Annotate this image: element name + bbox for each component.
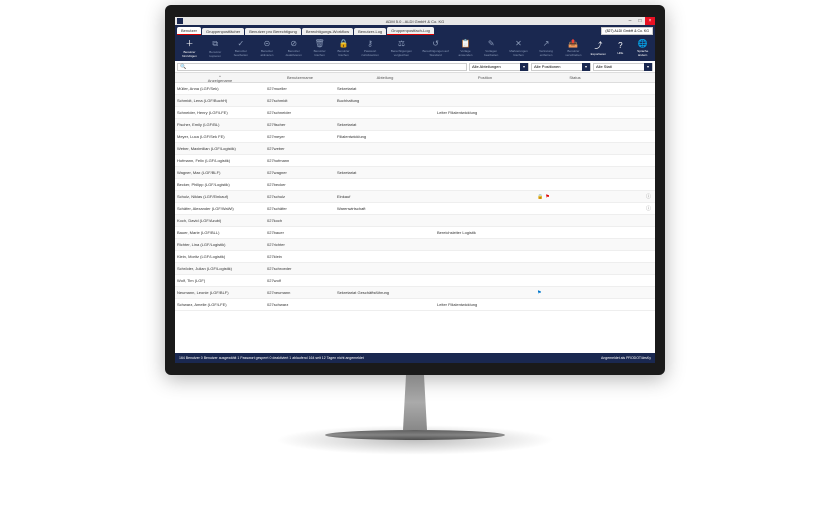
table-row[interactable]: Klein, Moritz (LGF/Logistik)027klein <box>175 251 655 263</box>
table-row[interactable]: Richter, Lina (LGF/Logistik)027richter <box>175 239 655 251</box>
tab-benutzer[interactable]: Benutzer <box>177 27 201 35</box>
tool-icon: ✕ <box>515 39 522 48</box>
col-position[interactable]: Position <box>435 75 535 80</box>
window-title: ADM 5.0 - ALDI GmbH & Co. KG <box>386 19 444 24</box>
tool-benutzerbearbeiten[interactable]: ✓Benutzer bearbeiten <box>229 38 254 58</box>
flag-icon: ⚑ <box>537 290 541 296</box>
tool-benutzerdeaktivieren[interactable]: ⊘Benutzer deaktivieren <box>281 38 307 58</box>
search-field[interactable] <box>188 64 464 69</box>
tool-sprachendern[interactable]: 🌐Sprache ändern <box>632 38 653 58</box>
tool-vertretungentfernen[interactable]: ↗Vertretung entfernen <box>534 38 559 58</box>
table-row[interactable]: Fischer, Emily (LGF/BL)027fischerSekreta… <box>175 119 655 131</box>
tool-benutzeraktivieren[interactable]: ⊝Benutzer aktivieren <box>255 38 279 58</box>
titlebar: ADM 5.0 - ALDI GmbH & Co. KG – □ × <box>175 17 655 25</box>
table-header: ▲Anzeigename Benutzername Abteilung Posi… <box>175 73 655 83</box>
tool-benutzerlschen[interactable]: 🔒Benutzer löschen <box>333 38 355 58</box>
tool-icon: ⊘ <box>290 39 297 48</box>
table-row[interactable]: Schulz, Niklas (LGF/Einkauf)027schulzEin… <box>175 191 655 203</box>
tool-icon: ✎ <box>488 39 495 48</box>
app-icon <box>177 18 183 24</box>
col-status[interactable]: Status <box>535 75 615 80</box>
search-input[interactable]: 🔍 <box>177 63 467 71</box>
search-icon: 🔍 <box>180 64 186 70</box>
toolbar: ＋Benutzer hinzufügen⧉Benutzer kopieren✓B… <box>175 35 655 61</box>
table-row[interactable]: Schneider, Henry (LGF/LFE)027schneiderLe… <box>175 107 655 119</box>
flag-icon: ⚑ <box>545 194 549 200</box>
minimize-button[interactable]: – <box>625 17 635 25</box>
table-row[interactable]: Schwarz, Amelie (LGF/LFE)027schwarzLeite… <box>175 299 655 311</box>
table-body: Müller, Anna (LGF/Sek)027muellerSekretar… <box>175 83 655 333</box>
table-row[interactable]: Schäfer, Alexander (LGF/WaWi)027schäferW… <box>175 203 655 215</box>
tool-icon: ⤴ <box>594 40 602 51</box>
tab-gruppenpostfachlog[interactable]: Gruppenpostfach-Log <box>387 27 434 35</box>
tool-passwortzurcksetzen[interactable]: ⚷Passwort zurücksetzen <box>356 38 383 58</box>
tool-berechtigungenvergleichen[interactable]: ⚖Berechtigungen vergleichen <box>386 38 418 58</box>
tool-icon: 🌐 <box>638 39 648 48</box>
col-department[interactable]: Abteilung <box>335 75 435 80</box>
tool-vorlageanwenden[interactable]: 📋Vorlage anwenden <box>454 38 477 58</box>
status-bar: 164 Benutzer 0 Benutzer ausgewählt 1 Pas… <box>175 353 655 363</box>
tool-benutzerhinzufgen[interactable]: ＋Benutzer hinzufügen <box>177 37 202 59</box>
col-displayname[interactable]: ▲Anzeigename <box>175 73 265 83</box>
maximize-button[interactable]: □ <box>635 17 645 25</box>
table-row[interactable]: Becker, Philipp (LGF/Logistik)027becker <box>175 179 655 191</box>
table-row[interactable]: Hofmann, Felix (LGF/Logistik)027hofmann <box>175 155 655 167</box>
lock-icon: 🔒 <box>537 194 543 200</box>
table-row[interactable]: Wagner, Max (LGF/BLF)027wagnerSekretaria… <box>175 167 655 179</box>
filter-department[interactable]: Alle Abteilungen▾ <box>469 63 529 71</box>
org-selector[interactable]: (827) ALDI GmbH & Co. KG <box>601 27 653 35</box>
tool-icon: ⚷ <box>367 39 373 48</box>
tool-icon: ⧉ <box>212 39 218 49</box>
filter-status[interactable]: Alle Stati▾ <box>593 63 653 71</box>
tool-benutzerlschen[interactable]: 🗑Benutzer löschen <box>309 38 331 58</box>
col-username[interactable]: Benutzername <box>265 75 335 80</box>
table-row[interactable]: Wolf, Tim (LGF)027wolf <box>175 275 655 287</box>
tool-hilfe[interactable]: ?Hilfe <box>610 40 630 56</box>
tool-icon: ? <box>618 41 622 50</box>
tool-icon: 📋 <box>460 39 470 48</box>
tool-icon: ✓ <box>238 39 245 48</box>
tool-markierungenlschen[interactable]: ✕Markierungen löschen <box>505 38 531 58</box>
table-row[interactable]: Koch, David (LGF/Azubi)027koch <box>175 215 655 227</box>
tool-exportieren[interactable]: ⤴Exportieren <box>588 39 608 57</box>
tab-benutzerproberechtigung[interactable]: Benutzer pro Berechtigung <box>245 28 301 35</box>
tab-berechtigungsworkflow[interactable]: Berechtigungs-Workflow <box>302 28 353 35</box>
tool-benutzerkopieren[interactable]: ⧉Benutzer kopieren <box>204 38 227 59</box>
tab-bar: BenutzerGruppenpostfächerBenutzer pro Be… <box>175 25 655 35</box>
status-left: 164 Benutzer 0 Benutzer ausgewählt 1 Pas… <box>179 356 364 360</box>
tool-berechtigungenaufstandard[interactable]: ↺Berechtigungen auf Standard <box>419 38 452 58</box>
table-row[interactable]: Weber, Maximilian (LGF/Logistik)027weber <box>175 143 655 155</box>
tab-gruppenpostfcher[interactable]: Gruppenpostfächer <box>202 28 244 35</box>
tool-icon: ⚖ <box>398 39 405 48</box>
tool-vorlagenbearbeiten[interactable]: ✎Vorlagen bearbeiten <box>479 38 503 58</box>
table-row[interactable]: Schmidt, Lena (LGF/BuchH)027schmidtBuchh… <box>175 95 655 107</box>
table-row[interactable]: Meyer, Luca (LGF/Sek FE)027meyerFilialen… <box>175 131 655 143</box>
chevron-down-icon: ▾ <box>644 63 652 71</box>
table-row[interactable]: Müller, Anna (LGF/Sek)027muellerSekretar… <box>175 83 655 95</box>
tool-icon: ↗ <box>543 39 550 48</box>
tool-icon: ↺ <box>432 39 439 48</box>
filter-bar: 🔍 Alle Abteilungen▾ Alle Positionen▾ All… <box>175 61 655 73</box>
close-button[interactable]: × <box>645 17 655 25</box>
table-row[interactable]: Bauer, Marie (LGF/BLL)027bauerBereichsle… <box>175 227 655 239</box>
chevron-down-icon: ▾ <box>520 63 528 71</box>
chevron-down-icon: ▾ <box>582 63 590 71</box>
tool-icon: 🗑 <box>315 39 325 48</box>
tool-icon: ⊝ <box>264 39 271 48</box>
tab-benutzerlog[interactable]: Benutzer-Log <box>354 28 386 35</box>
filter-position[interactable]: Alle Positionen▾ <box>531 63 591 71</box>
tool-benutzerverschieben[interactable]: 📤Benutzer verschieben <box>560 38 586 58</box>
tool-icon: 🔒 <box>339 39 349 48</box>
tool-icon: 📤 <box>568 39 578 48</box>
status-right: Angemeldet als PRODOT/ärsKy <box>601 356 651 360</box>
tool-icon: ＋ <box>185 38 193 49</box>
table-row[interactable]: Neumann, Leonie (LGF/BLF)027neumannSekre… <box>175 287 655 299</box>
table-row[interactable]: Schröder, Julian (LGF/Logistik)027schroe… <box>175 263 655 275</box>
